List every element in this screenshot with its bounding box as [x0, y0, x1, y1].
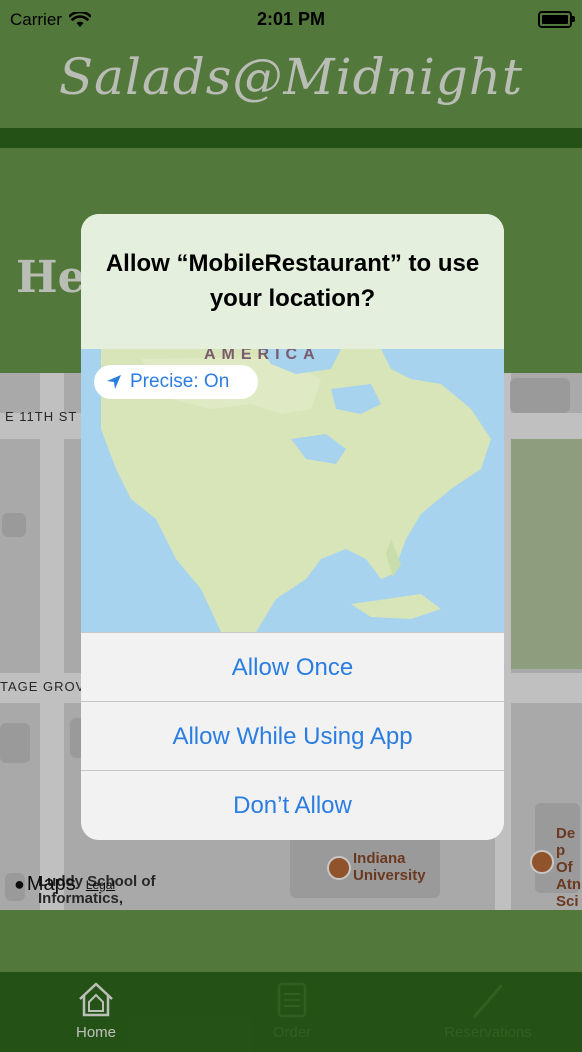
location-arrow-icon — [107, 375, 121, 389]
allow-while-using-button[interactable]: Allow While Using App — [81, 701, 504, 771]
precise-label: Precise: On — [130, 371, 230, 392]
dont-allow-button[interactable]: Don’t Allow — [81, 770, 504, 840]
app-screen: Carrier 2:01 PM Salads@Midnight Hel E 11… — [0, 0, 582, 1052]
allow-once-button[interactable]: Allow Once — [81, 632, 504, 702]
alert-title: Allow “MobileRestaurant” to use your loc… — [105, 250, 480, 312]
alert-map-preview: AMERICA Precise: On — [81, 349, 504, 632]
alert-header: Allow “MobileRestaurant” to use your loc… — [81, 214, 504, 349]
location-permission-alert: Allow “MobileRestaurant” to use your loc… — [81, 214, 504, 840]
precise-toggle[interactable]: Precise: On — [94, 365, 258, 399]
map-region-label: AMERICA — [204, 349, 321, 363]
